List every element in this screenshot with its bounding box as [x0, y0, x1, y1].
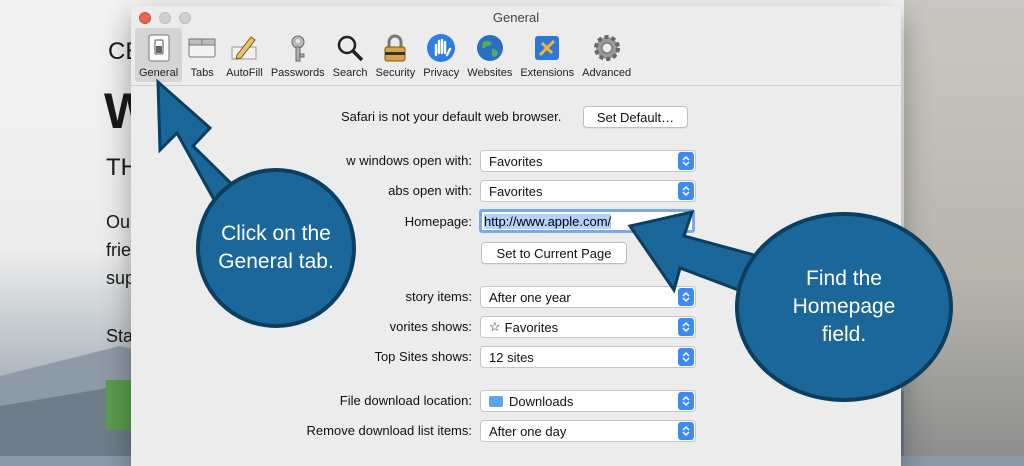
remove-download-label: Remove download list items:	[306, 423, 472, 438]
tab-label: Passwords	[270, 67, 325, 79]
top-sites-label: Top Sites shows:	[374, 349, 472, 364]
popup-stepper-icon	[678, 288, 694, 306]
background-right-photo	[904, 0, 1024, 456]
tab-passwords[interactable]: Passwords	[267, 28, 329, 82]
tab-label: Search	[332, 67, 368, 79]
history-popup[interactable]: After one year	[480, 286, 696, 308]
popup-value: Downloads	[509, 393, 574, 409]
download-location-popup[interactable]: Downloads	[480, 390, 696, 412]
popup-stepper-icon	[678, 422, 694, 440]
tab-extensions[interactable]: Extensions	[516, 28, 578, 82]
tab-search[interactable]: Search	[329, 28, 372, 82]
popup-stepper-icon	[678, 318, 694, 336]
popup-stepper-icon	[678, 348, 694, 366]
popup-stepper-icon	[678, 392, 694, 410]
tab-advanced[interactable]: Advanced	[578, 28, 635, 82]
favorites-label: vorites shows:	[389, 319, 472, 334]
tab-label: Privacy	[423, 67, 460, 79]
magnifier-icon	[334, 32, 366, 64]
homepage-field[interactable]: http://www.apple.com/	[479, 209, 695, 233]
tab-label: Advanced	[582, 67, 632, 79]
popup-value: After one year	[489, 289, 571, 305]
top-sites-popup[interactable]: 12 sites	[480, 346, 696, 368]
popup-value: Favorites	[489, 153, 543, 169]
globe-icon	[474, 32, 506, 64]
tab-tabs[interactable]: Tabs	[182, 28, 222, 82]
tab-general[interactable]: General	[135, 28, 183, 82]
homepage-value: http://www.apple.com/	[484, 213, 612, 229]
history-label: story items:	[405, 289, 472, 304]
tab-label: Security	[375, 67, 416, 79]
tab-security[interactable]: Security	[371, 28, 419, 82]
tab-autofill[interactable]: AutoFill	[222, 28, 267, 82]
tab-label: Tabs	[190, 67, 214, 79]
favorites-popup[interactable]: ☆ Favorites	[480, 316, 696, 338]
default-browser-text: Safari is not your default web browser.	[341, 109, 562, 124]
tab-label: General	[139, 67, 179, 79]
homepage-label: Homepage:	[404, 214, 472, 229]
remove-download-popup[interactable]: After one day	[480, 420, 696, 442]
new-tabs-label: abs open with:	[388, 183, 472, 198]
star-icon: ☆	[489, 319, 501, 334]
tab-label: Extensions	[520, 67, 575, 79]
download-location-label: File download location:	[339, 393, 472, 408]
new-tabs-popup[interactable]: Favorites	[480, 180, 696, 202]
folder-icon	[489, 395, 503, 407]
new-windows-popup[interactable]: Favorites	[480, 150, 696, 172]
popup-value: Favorites	[489, 183, 543, 199]
set-current-page-button[interactable]: Set to Current Page	[481, 242, 627, 264]
tabs-icon	[186, 32, 218, 64]
set-default-button[interactable]: Set Default…	[583, 106, 688, 128]
lock-icon	[379, 32, 411, 64]
popup-stepper-icon	[678, 182, 694, 200]
general-switch-icon	[143, 32, 175, 64]
tab-label: AutoFill	[226, 67, 263, 79]
gear-icon	[591, 32, 623, 64]
popup-stepper-icon	[678, 152, 694, 170]
callout-homepage: Find the Homepage field.	[735, 212, 953, 402]
tab-websites[interactable]: Websites	[463, 28, 516, 82]
popup-value: Favorites	[504, 319, 559, 335]
popup-value: 12 sites	[489, 349, 534, 365]
callout-general-tab: Click on the General tab.	[196, 168, 356, 328]
popup-value: After one day	[489, 423, 567, 439]
hand-icon	[425, 32, 457, 64]
key-icon	[282, 32, 314, 64]
bg-paragraph-fragment: frie	[106, 240, 132, 260]
tab-privacy[interactable]: Privacy	[419, 28, 463, 82]
new-windows-label: w windows open with:	[346, 153, 472, 168]
puzzle-icon	[531, 32, 563, 64]
preferences-toolbar: General Tabs AutoFill Passwords Search S…	[131, 28, 901, 86]
tab-label: Websites	[467, 67, 513, 79]
bg-paragraph-fragment: Sta	[106, 326, 134, 346]
bg-paragraph-fragment: Ou	[106, 212, 131, 232]
window-title: General	[492, 10, 540, 25]
title-bar: General	[131, 6, 901, 26]
autofill-pencil-icon	[228, 32, 260, 64]
